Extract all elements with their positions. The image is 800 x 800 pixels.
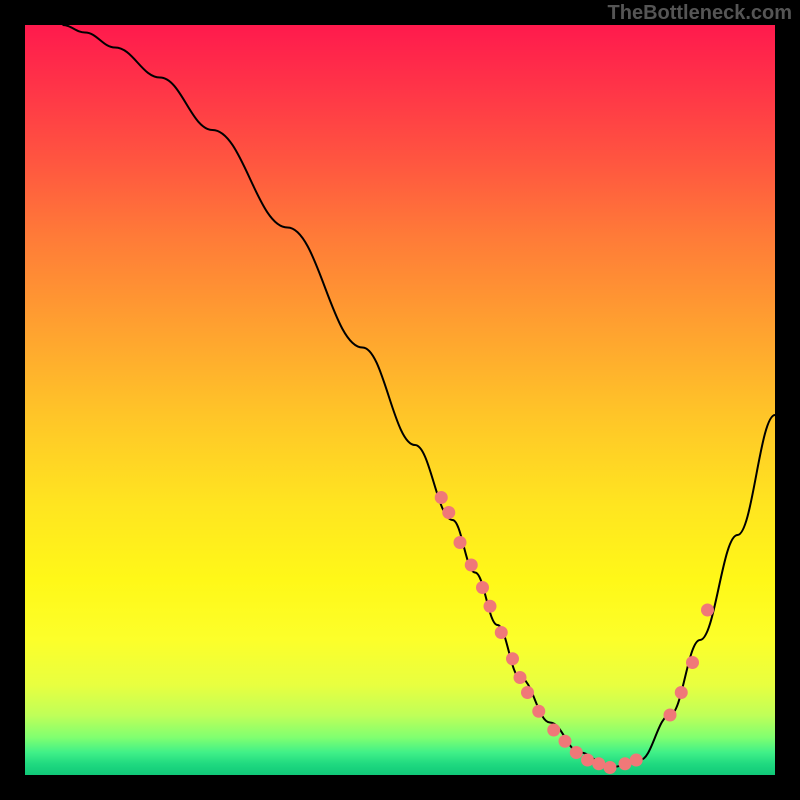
data-marker xyxy=(547,724,560,737)
data-marker xyxy=(675,686,688,699)
data-marker xyxy=(570,746,583,759)
data-marker xyxy=(581,754,594,767)
data-marker xyxy=(532,705,545,718)
watermark-text: TheBottleneck.com xyxy=(608,2,792,25)
data-marker xyxy=(506,652,519,665)
data-marker xyxy=(559,735,572,748)
chart-plot-area xyxy=(25,25,775,775)
data-marker xyxy=(630,754,643,767)
data-marker xyxy=(701,604,714,617)
data-marker xyxy=(521,686,534,699)
data-marker xyxy=(592,757,605,770)
data-marker xyxy=(435,491,448,504)
data-marker xyxy=(686,656,699,669)
data-marker xyxy=(514,671,527,684)
data-marker xyxy=(604,761,617,774)
data-marker xyxy=(442,506,455,519)
data-marker xyxy=(619,757,632,770)
bottleneck-curve xyxy=(63,25,776,768)
data-markers xyxy=(435,491,714,774)
chart-svg xyxy=(25,25,775,775)
data-marker xyxy=(476,581,489,594)
data-marker xyxy=(664,709,677,722)
data-marker xyxy=(484,600,497,613)
data-marker xyxy=(454,536,467,549)
data-marker xyxy=(465,559,478,572)
data-marker xyxy=(495,626,508,639)
